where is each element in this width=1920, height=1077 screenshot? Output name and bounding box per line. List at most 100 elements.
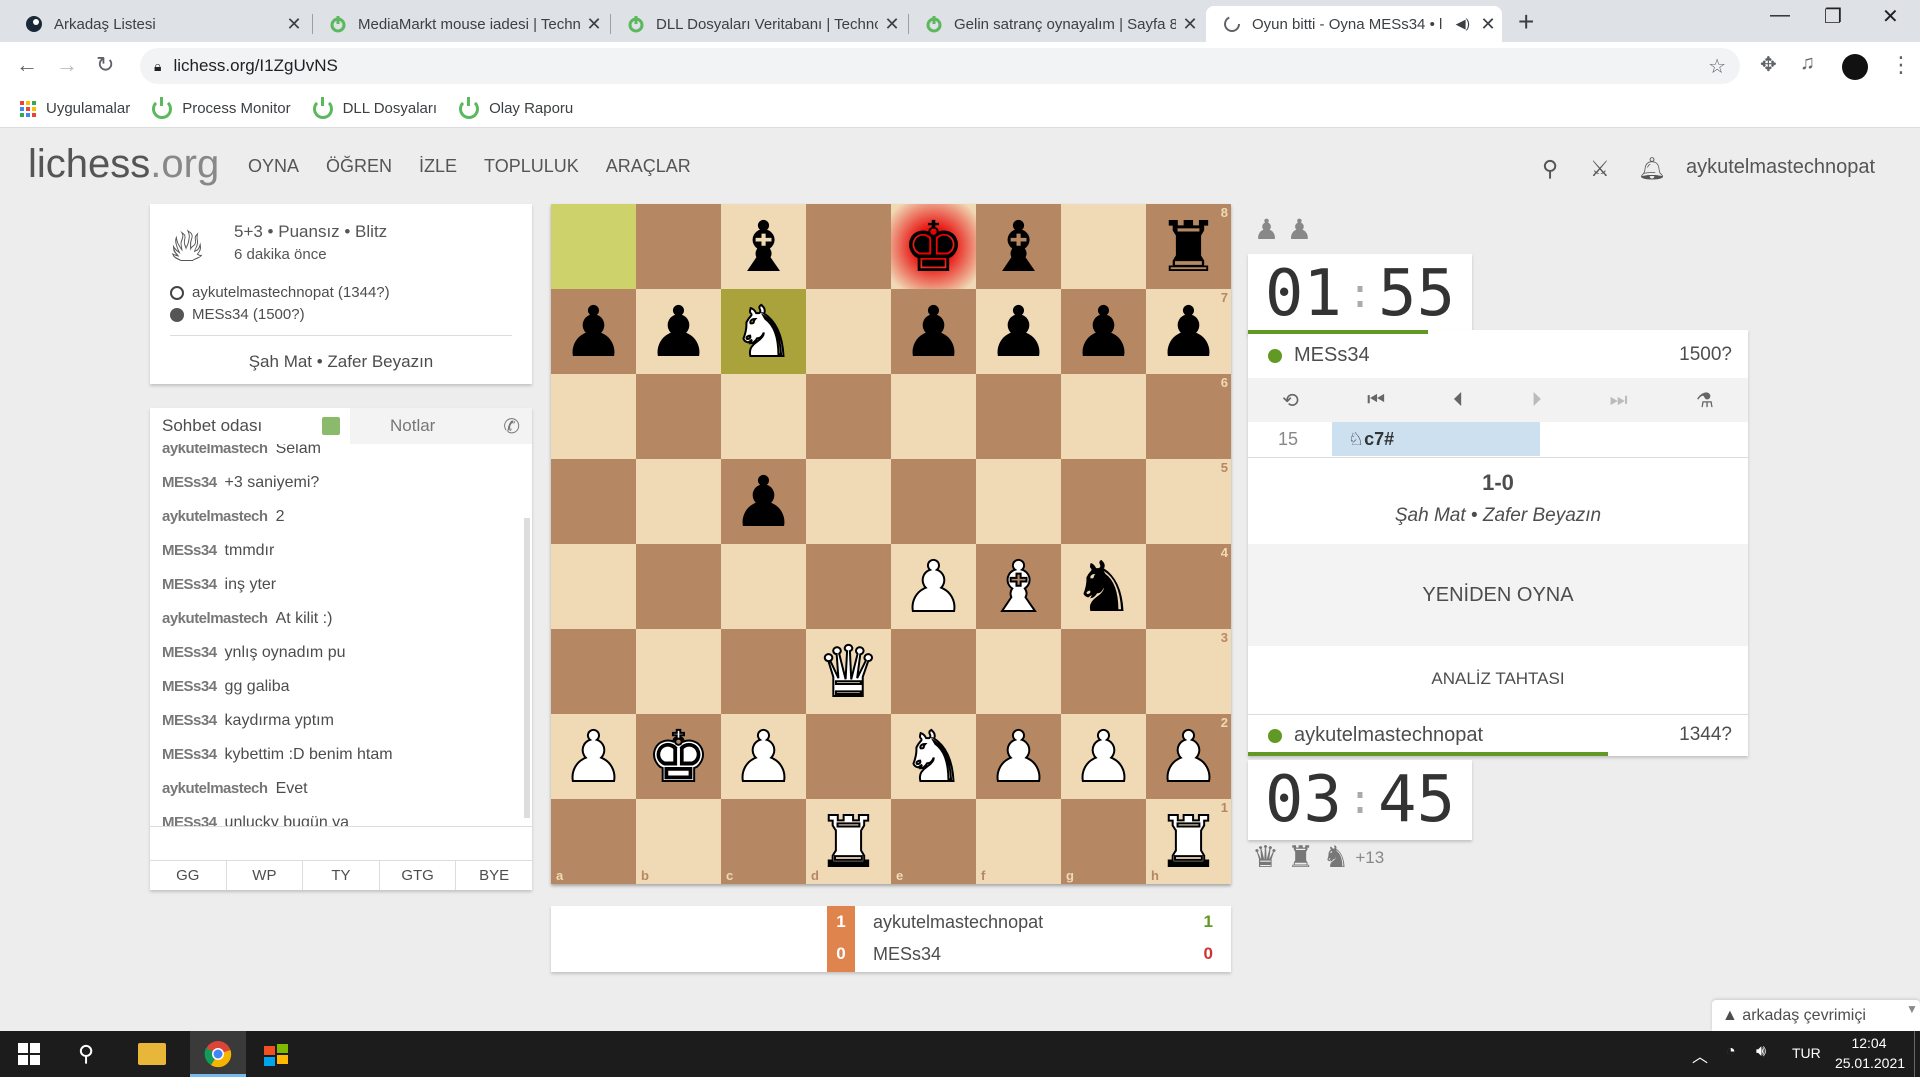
star-icon[interactable]: ☆ [1708,54,1726,79]
wifi-icon[interactable]: ◔ [1726,1043,1736,1061]
square-a4[interactable] [551,544,636,629]
chat-message-user[interactable]: aykutelmastech [162,610,268,627]
chess-board[interactable]: ♝ ♚ ♝ ♜ 8 ♟ ♟ ♞ ♟ ♟ ♟ ♟ 7 6 ♟ 5 ♟ ♝ ♞ 4 ♛ 3 ♟ ♚ ♟ ♞ ♟ ♟ ♟ 2 a b c ♜ d e f g ♜ 1… [551,204,1231,884]
square-f1[interactable]: f [976,799,1061,884]
square-f6[interactable] [976,374,1061,459]
menu-icon[interactable]: ⋮ [1890,52,1912,78]
square-c8[interactable]: ♝ [721,204,806,289]
chat-message-user[interactable]: aykutelmastech [162,780,268,797]
square-a6[interactable] [551,374,636,459]
tab-lichess-active[interactable]: Oyun bitti - Oyna MESs34 • l ◀) ✕ [1206,6,1502,42]
nav-oyna[interactable]: OYNA [248,156,299,177]
black-pawn-icon[interactable]: ♟ [1157,297,1220,367]
chat-message-user[interactable]: MESs34 [162,746,217,763]
search-icon[interactable]: ⚲ [1542,156,1558,182]
taskbar-chrome-active[interactable] [190,1031,246,1077]
chat-message-user[interactable]: MESs34 [162,712,217,729]
chat-message-user[interactable]: aykutelmastech [162,508,268,525]
chat-message-user[interactable]: MESs34 [162,542,217,559]
square-g2[interactable]: ♟ [1061,714,1146,799]
square-f4[interactable]: ♝ [976,544,1061,629]
square-b5[interactable] [636,459,721,544]
chat-message-user[interactable]: MESs34 [162,576,217,593]
square-d4[interactable] [806,544,891,629]
close-icon[interactable]: ✕ [1474,14,1502,35]
back-icon[interactable]: ← [16,52,38,78]
tab-chat-room[interactable]: Sohbet odası [150,408,350,444]
preset-bye[interactable]: BYE [456,861,532,890]
volume-icon[interactable]: 🔊︎ [1756,1043,1766,1061]
windows-app-icon[interactable] [264,1042,290,1071]
close-icon[interactable]: ✕ [1176,14,1204,35]
square-d6[interactable] [806,374,891,459]
white-rook-icon[interactable]: ♜ [816,806,881,878]
white-pawn-icon[interactable]: ♟ [1156,721,1221,793]
black-player-line[interactable]: MESs34 (1500?) [170,306,305,323]
square-e1[interactable]: e [891,799,976,884]
square-b2[interactable]: ♚ [636,714,721,799]
square-h8[interactable]: ♜ 8 [1146,204,1231,289]
nav-ogren[interactable]: ÖĞREN [326,156,392,177]
reload-icon[interactable]: ↻ [96,52,114,78]
square-h5[interactable]: 5 [1146,459,1231,544]
square-c3[interactable] [721,629,806,714]
square-c6[interactable] [721,374,806,459]
show-desktop-button[interactable] [1914,1031,1915,1077]
square-g8[interactable] [1061,204,1146,289]
preset-wp[interactable]: WP [227,861,304,890]
square-e4[interactable]: ♟ [891,544,976,629]
maximize-button[interactable]: ❐ [1824,4,1842,29]
square-f2[interactable]: ♟ [976,714,1061,799]
square-c2[interactable]: ♟ [721,714,806,799]
black-pawn-icon[interactable]: ♟ [1072,297,1135,367]
square-d1[interactable]: ♜ d [806,799,891,884]
white-queen-icon[interactable]: ♛ [816,636,881,708]
analysis-board-button[interactable]: ANALİZ TAHTASI [1248,656,1748,702]
square-b1[interactable]: b [636,799,721,884]
chat-message-user[interactable]: MESs34 [162,644,217,661]
user-menu[interactable]: aykutelmastechnopat [1686,156,1875,179]
close-icon[interactable]: ✕ [580,14,608,35]
square-f5[interactable] [976,459,1061,544]
bookmark-olay-raporu[interactable]: Olay Raporu [459,96,573,119]
site-logo[interactable]: lichess.org [28,142,219,187]
square-e2[interactable]: ♞ [891,714,976,799]
nav-topluluk[interactable]: TOPLULUK [484,156,579,177]
close-window-button[interactable]: ✕ [1882,4,1899,29]
white-player-line[interactable]: aykutelmastechnopat (1344?) [170,284,390,301]
phone-icon[interactable]: ✆ [503,414,520,439]
square-b4[interactable] [636,544,721,629]
square-g6[interactable] [1061,374,1146,459]
square-d3[interactable]: ♛ [806,629,891,714]
black-pawn-icon[interactable]: ♟ [902,297,965,367]
square-h6[interactable]: 6 [1146,374,1231,459]
nav-araclar[interactable]: ARAÇLAR [606,156,691,177]
speaker-icon[interactable]: ◀) [1456,16,1470,32]
language-indicator[interactable]: TUR [1792,1045,1821,1061]
black-pawn-icon[interactable]: ♟ [732,467,795,537]
square-d7[interactable] [806,289,891,374]
square-e8[interactable]: ♚ [891,204,976,289]
preset-gg[interactable]: GG [150,861,227,890]
square-g5[interactable] [1061,459,1146,544]
chat-message-user[interactable]: MESs34 [162,474,217,491]
scroll-down-arrow[interactable]: ▼ [1906,1002,1918,1016]
clock-time[interactable]: 12:04 [1836,1035,1902,1051]
chat-scrollbar[interactable] [524,518,530,818]
square-a1[interactable]: a [551,799,636,884]
bookmark-dll-dosyalari[interactable]: DLL Dosyaları [312,96,437,119]
first-move-icon[interactable]: ⏮ [1367,389,1385,412]
white-pawn-icon[interactable]: ♟ [731,721,796,793]
square-h1[interactable]: ♜ 1 h [1146,799,1231,884]
black-knight-icon[interactable]: ♞ [1072,552,1135,622]
new-tab-button[interactable]: + [1518,6,1534,38]
forward-icon[interactable]: → [56,52,78,78]
square-f8[interactable]: ♝ [976,204,1061,289]
chat-message-user[interactable]: MESs34 [162,678,217,695]
crosstable-player-black[interactable]: MESs34 [873,944,941,965]
white-king-icon[interactable]: ♚ [646,721,711,793]
square-d8[interactable] [806,204,891,289]
url-omnibox[interactable]: 🔒︎ lichess.org/I1ZgUvNS ☆ [140,48,1740,84]
white-knight-icon[interactable]: ♞ [901,721,966,793]
white-rook-icon[interactable]: ♜ [1156,806,1221,878]
